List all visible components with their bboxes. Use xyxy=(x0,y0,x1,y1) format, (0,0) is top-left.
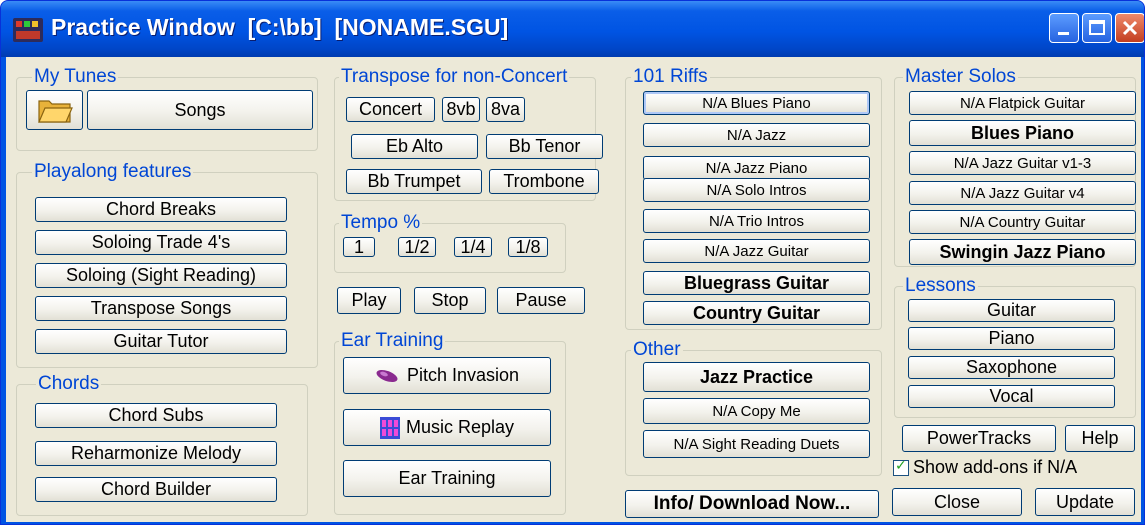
tempo-quarter-button[interactable]: 1/4 xyxy=(454,237,492,257)
solo-jazz-guitar-v4-button[interactable]: N/A Jazz Guitar v4 xyxy=(909,181,1136,205)
riff-jazz-guitar-button[interactable]: N/A Jazz Guitar xyxy=(643,239,870,263)
soloing-trade-4s-button[interactable]: Soloing Trade 4's xyxy=(35,230,287,255)
maximize-button[interactable] xyxy=(1082,13,1112,43)
pitch-invasion-icon xyxy=(376,369,398,382)
pitch-invasion-button[interactable]: Pitch Invasion xyxy=(343,357,551,394)
riff-bluegrass-guitar-button[interactable]: Bluegrass Guitar xyxy=(643,271,870,295)
lessons-label: Lessons xyxy=(903,275,978,296)
songs-button[interactable]: Songs xyxy=(87,90,313,130)
open-folder-button[interactable] xyxy=(26,90,83,130)
my-tunes-label: My Tunes xyxy=(32,66,119,87)
close-window-button[interactable] xyxy=(1115,13,1144,43)
tempo-eighth-button[interactable]: 1/8 xyxy=(508,237,548,257)
tempo-1-button[interactable]: 1 xyxy=(343,237,375,257)
guitar-tutor-button[interactable]: Guitar Tutor xyxy=(35,329,287,354)
concert-button[interactable]: Concert xyxy=(346,97,435,122)
app-icon xyxy=(13,18,43,42)
reharmonize-melody-button[interactable]: Reharmonize Melody xyxy=(35,441,277,466)
minimize-icon xyxy=(1058,32,1069,35)
info-download-button[interactable]: Info/ Download Now... xyxy=(625,490,879,518)
window-title: Practice Window [C:\bb] [NONAME.SGU] xyxy=(51,14,509,40)
title-bar[interactable]: Practice Window [C:\bb] [NONAME.SGU] xyxy=(1,1,1144,57)
chord-builder-button[interactable]: Chord Builder xyxy=(35,477,277,502)
tempo-half-button[interactable]: 1/2 xyxy=(398,237,436,257)
help-button[interactable]: Help xyxy=(1065,425,1135,452)
show-addons-checkbox[interactable] xyxy=(893,458,909,476)
minimize-button[interactable] xyxy=(1049,13,1079,43)
show-addons-label[interactable]: Show add-ons if N/A xyxy=(913,457,1077,478)
practice-window: Practice Window [C:\bb] [NONAME.SGU] My … xyxy=(0,0,1145,525)
transpose-label: Transpose for non-Concert xyxy=(339,66,570,87)
8va-button[interactable]: 8va xyxy=(486,97,525,122)
pause-button[interactable]: Pause xyxy=(497,287,585,314)
8vb-button[interactable]: 8vb xyxy=(442,97,480,122)
chord-subs-button[interactable]: Chord Subs xyxy=(35,403,277,428)
ear-training-button[interactable]: Ear Training xyxy=(343,460,551,497)
chord-breaks-button[interactable]: Chord Breaks xyxy=(35,197,287,222)
copy-me-button[interactable]: N/A Copy Me xyxy=(643,398,870,424)
close-button[interactable]: Close xyxy=(892,488,1022,516)
master-solos-label: Master Solos xyxy=(903,66,1018,87)
riff-blues-piano-button[interactable]: N/A Blues Piano xyxy=(643,91,870,115)
transpose-songs-button[interactable]: Transpose Songs xyxy=(35,296,287,321)
pitch-invasion-label: Pitch Invasion xyxy=(406,365,520,385)
client-area: My Tunes Songs Playalong features Chord … xyxy=(6,57,1141,522)
riff-trio-intros-button[interactable]: N/A Trio Intros xyxy=(643,209,870,233)
jazz-practice-button[interactable]: Jazz Practice xyxy=(643,362,870,392)
music-replay-label: Music Replay xyxy=(405,417,515,437)
sight-reading-duets-button[interactable]: N/A Sight Reading Duets xyxy=(643,430,870,458)
maximize-icon xyxy=(1089,20,1105,35)
other-label: Other xyxy=(631,339,683,360)
lesson-piano-button[interactable]: Piano xyxy=(908,327,1115,350)
solo-swingin-jazz-piano-button[interactable]: Swingin Jazz Piano xyxy=(909,239,1136,265)
solo-country-guitar-button[interactable]: N/A Country Guitar xyxy=(909,210,1136,234)
tempo-label: Tempo % xyxy=(339,212,423,233)
eb-alto-button[interactable]: Eb Alto xyxy=(351,134,478,159)
update-button[interactable]: Update xyxy=(1035,488,1135,516)
play-button[interactable]: Play xyxy=(337,287,401,314)
close-icon xyxy=(1122,20,1138,36)
bb-trumpet-button[interactable]: Bb Trumpet xyxy=(346,169,482,194)
lesson-guitar-button[interactable]: Guitar xyxy=(908,299,1115,322)
bb-tenor-button[interactable]: Bb Tenor xyxy=(486,134,603,159)
music-replay-button[interactable]: Music Replay xyxy=(343,409,551,446)
riffs-label: 101 Riffs xyxy=(631,66,710,87)
solo-blues-piano-button[interactable]: Blues Piano xyxy=(909,120,1136,146)
playalong-label: Playalong features xyxy=(32,161,194,182)
riff-jazz-piano-button[interactable]: N/A Jazz Piano xyxy=(643,156,870,180)
trombone-button[interactable]: Trombone xyxy=(489,169,599,194)
chords-label: Chords xyxy=(36,373,102,394)
soloing-sight-reading-button[interactable]: Soloing (Sight Reading) xyxy=(35,263,287,288)
lesson-saxophone-button[interactable]: Saxophone xyxy=(908,356,1115,379)
riff-country-guitar-button[interactable]: Country Guitar xyxy=(643,301,870,325)
powertracks-button[interactable]: PowerTracks xyxy=(902,425,1056,452)
ear-training-label: Ear Training xyxy=(339,330,446,351)
lesson-vocal-button[interactable]: Vocal xyxy=(908,385,1115,408)
solo-flatpick-guitar-button[interactable]: N/A Flatpick Guitar xyxy=(909,91,1136,115)
stop-button[interactable]: Stop xyxy=(414,287,486,314)
solo-jazz-guitar-v1-3-button[interactable]: N/A Jazz Guitar v1-3 xyxy=(909,151,1136,175)
folder-icon xyxy=(37,100,73,123)
music-replay-icon xyxy=(379,416,400,439)
riff-jazz-button[interactable]: N/A Jazz xyxy=(643,123,870,147)
riff-solo-intros-button[interactable]: N/A Solo Intros xyxy=(643,178,870,202)
